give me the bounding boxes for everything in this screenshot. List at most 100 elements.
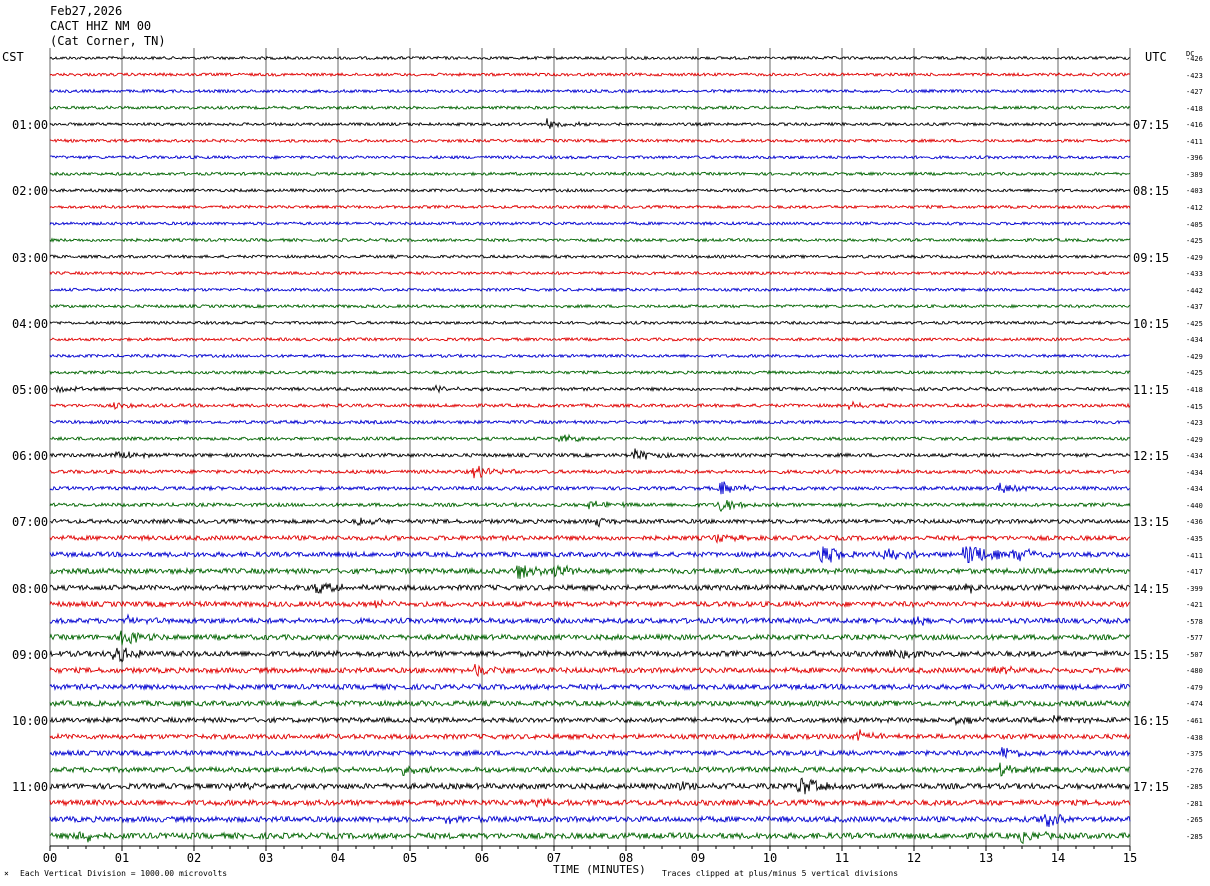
seismic-trace-7	[49, 171, 1131, 177]
utc-time-label: 16:15	[1133, 714, 1170, 728]
seismic-trace-13	[49, 270, 1131, 276]
dc-offset-label: -434	[1186, 336, 1203, 345]
seismic-trace-6	[50, 154, 1131, 160]
dc-offset-label: -461	[1186, 717, 1203, 725]
dc-offset-label: -399	[1186, 584, 1203, 593]
cst-time-label: 06:00	[12, 449, 49, 464]
dc-offset-label: -425	[1186, 369, 1203, 378]
dc-offset-label: -507	[1186, 650, 1203, 659]
seismic-trace-3	[49, 105, 1131, 111]
dc-offset-label: -434	[1186, 452, 1203, 461]
dc-offset-label: -281	[1186, 799, 1203, 808]
dc-offset-label: -276	[1186, 766, 1203, 775]
seismic-trace-35	[49, 630, 1131, 646]
footer-clip-note: Traces clipped at plus/minus 5 vertical …	[662, 869, 899, 878]
dc-offset-label: -285	[1186, 832, 1203, 841]
dc-offset-label: -426	[1186, 55, 1203, 63]
seismic-trace-40	[49, 715, 1131, 727]
utc-time-label: 13:15	[1133, 515, 1170, 530]
dc-offset-label: -375	[1186, 750, 1203, 759]
dc-offset-label: -412	[1186, 203, 1203, 212]
seismic-trace-21	[49, 400, 1131, 410]
dc-offset-label: -429	[1186, 435, 1203, 444]
utc-time-label: 10:15	[1133, 316, 1170, 331]
utc-time-label: 09:15	[1133, 250, 1170, 265]
cst-time-label: 04:00	[12, 316, 49, 331]
footer-scale-note: Each Vertical Division = 1000.00 microvo…	[20, 869, 228, 878]
x-tick-label: 00	[43, 851, 57, 865]
x-axis-title: TIME (MINUTES)	[553, 863, 646, 876]
seismic-trace-24	[49, 448, 1131, 460]
dc-offset-label: -425	[1186, 319, 1203, 328]
seismic-trace-1	[49, 71, 1131, 78]
seismic-trace-34	[49, 613, 1131, 626]
seismic-trace-32	[49, 582, 1131, 594]
dc-offset-label: -416	[1186, 121, 1203, 130]
dc-offset-label: -415	[1186, 402, 1203, 411]
seismic-trace-47	[49, 830, 1131, 845]
seismic-trace-19	[49, 369, 1131, 376]
x-tick-label: 01	[115, 851, 129, 865]
dc-offset-label: -389	[1186, 170, 1203, 179]
dc-offset-label: -425	[1186, 237, 1203, 246]
dc-offset-label: -418	[1186, 386, 1203, 394]
seismic-trace-39	[49, 699, 1131, 708]
seismic-trace-46	[49, 813, 1131, 827]
seismic-trace-43	[49, 762, 1131, 777]
trace-group	[49, 55, 1131, 845]
seismic-trace-38	[49, 682, 1131, 692]
dc-offset-label: -411	[1186, 551, 1203, 560]
cst-time-label: 03:00	[12, 250, 49, 265]
seismic-trace-26	[49, 481, 1131, 495]
cst-time-label: 08:00	[12, 581, 49, 596]
seismic-trace-33	[49, 598, 1131, 609]
seismic-trace-2	[49, 88, 1131, 94]
cst-time-label: 02:00	[12, 184, 49, 199]
seismic-trace-41	[49, 729, 1131, 741]
dc-offset-label: -436	[1186, 518, 1203, 527]
x-tick-label: 04	[331, 851, 345, 865]
x-tick-label: 14	[1051, 851, 1065, 865]
dc-offset-label: -437	[1186, 303, 1203, 312]
seismic-trace-9	[49, 204, 1131, 210]
x-tick-label: 03	[259, 851, 273, 865]
utc-time-label: 17:15	[1133, 780, 1170, 795]
grid-lines	[49, 48, 1131, 846]
seismic-trace-17	[49, 336, 1131, 342]
dc-offset-label: -421	[1186, 601, 1203, 610]
seismic-trace-25	[49, 465, 1131, 479]
helicorder-plot: 00 01 02 03 04 05 06 07 08 09 10 11 12 13 14 15	[43, 48, 1137, 865]
seismic-trace-18	[49, 353, 1131, 359]
dc-offset-label: -423	[1186, 419, 1203, 428]
x-tick-label: 05	[403, 851, 417, 865]
seismic-trace-42	[49, 747, 1131, 760]
dc-offset-label: -434	[1186, 468, 1203, 477]
dc-offset-label: -440	[1186, 501, 1203, 510]
seismic-trace-31	[49, 564, 1131, 580]
dc-offset-label: -429	[1186, 352, 1203, 361]
dc-offset-label: -396	[1186, 154, 1203, 163]
utc-time-label: 11:15	[1133, 383, 1170, 397]
dc-offset-label: -411	[1186, 137, 1203, 146]
dc-offset-label: -442	[1186, 286, 1203, 295]
dc-offset-label: -480	[1186, 667, 1203, 676]
dc-offset-label: -285	[1186, 783, 1203, 792]
utc-time-label: 15:15	[1133, 647, 1170, 662]
dc-offset-label: -403	[1186, 187, 1203, 196]
seismic-trace-20	[49, 384, 1131, 394]
seismic-trace-23	[49, 433, 1131, 443]
cst-time-label: 09:00	[12, 647, 49, 662]
seismic-trace-29	[49, 533, 1131, 544]
seismic-trace-27	[49, 500, 1131, 513]
x-tick-label: 09	[691, 851, 705, 865]
seismic-trace-30	[49, 546, 1131, 564]
utc-time-label: 14:15	[1133, 581, 1170, 596]
dc-offset-label: -417	[1186, 568, 1203, 577]
utc-time-label: 12:15	[1133, 449, 1170, 464]
seismic-trace-0	[49, 55, 1131, 61]
dc-offset-label: -577	[1186, 634, 1203, 643]
dc-offset-label: -474	[1186, 700, 1203, 709]
seismic-trace-8	[49, 187, 1131, 193]
utc-time-label: 07:15	[1133, 118, 1170, 133]
footer-mark: ×	[4, 869, 9, 878]
